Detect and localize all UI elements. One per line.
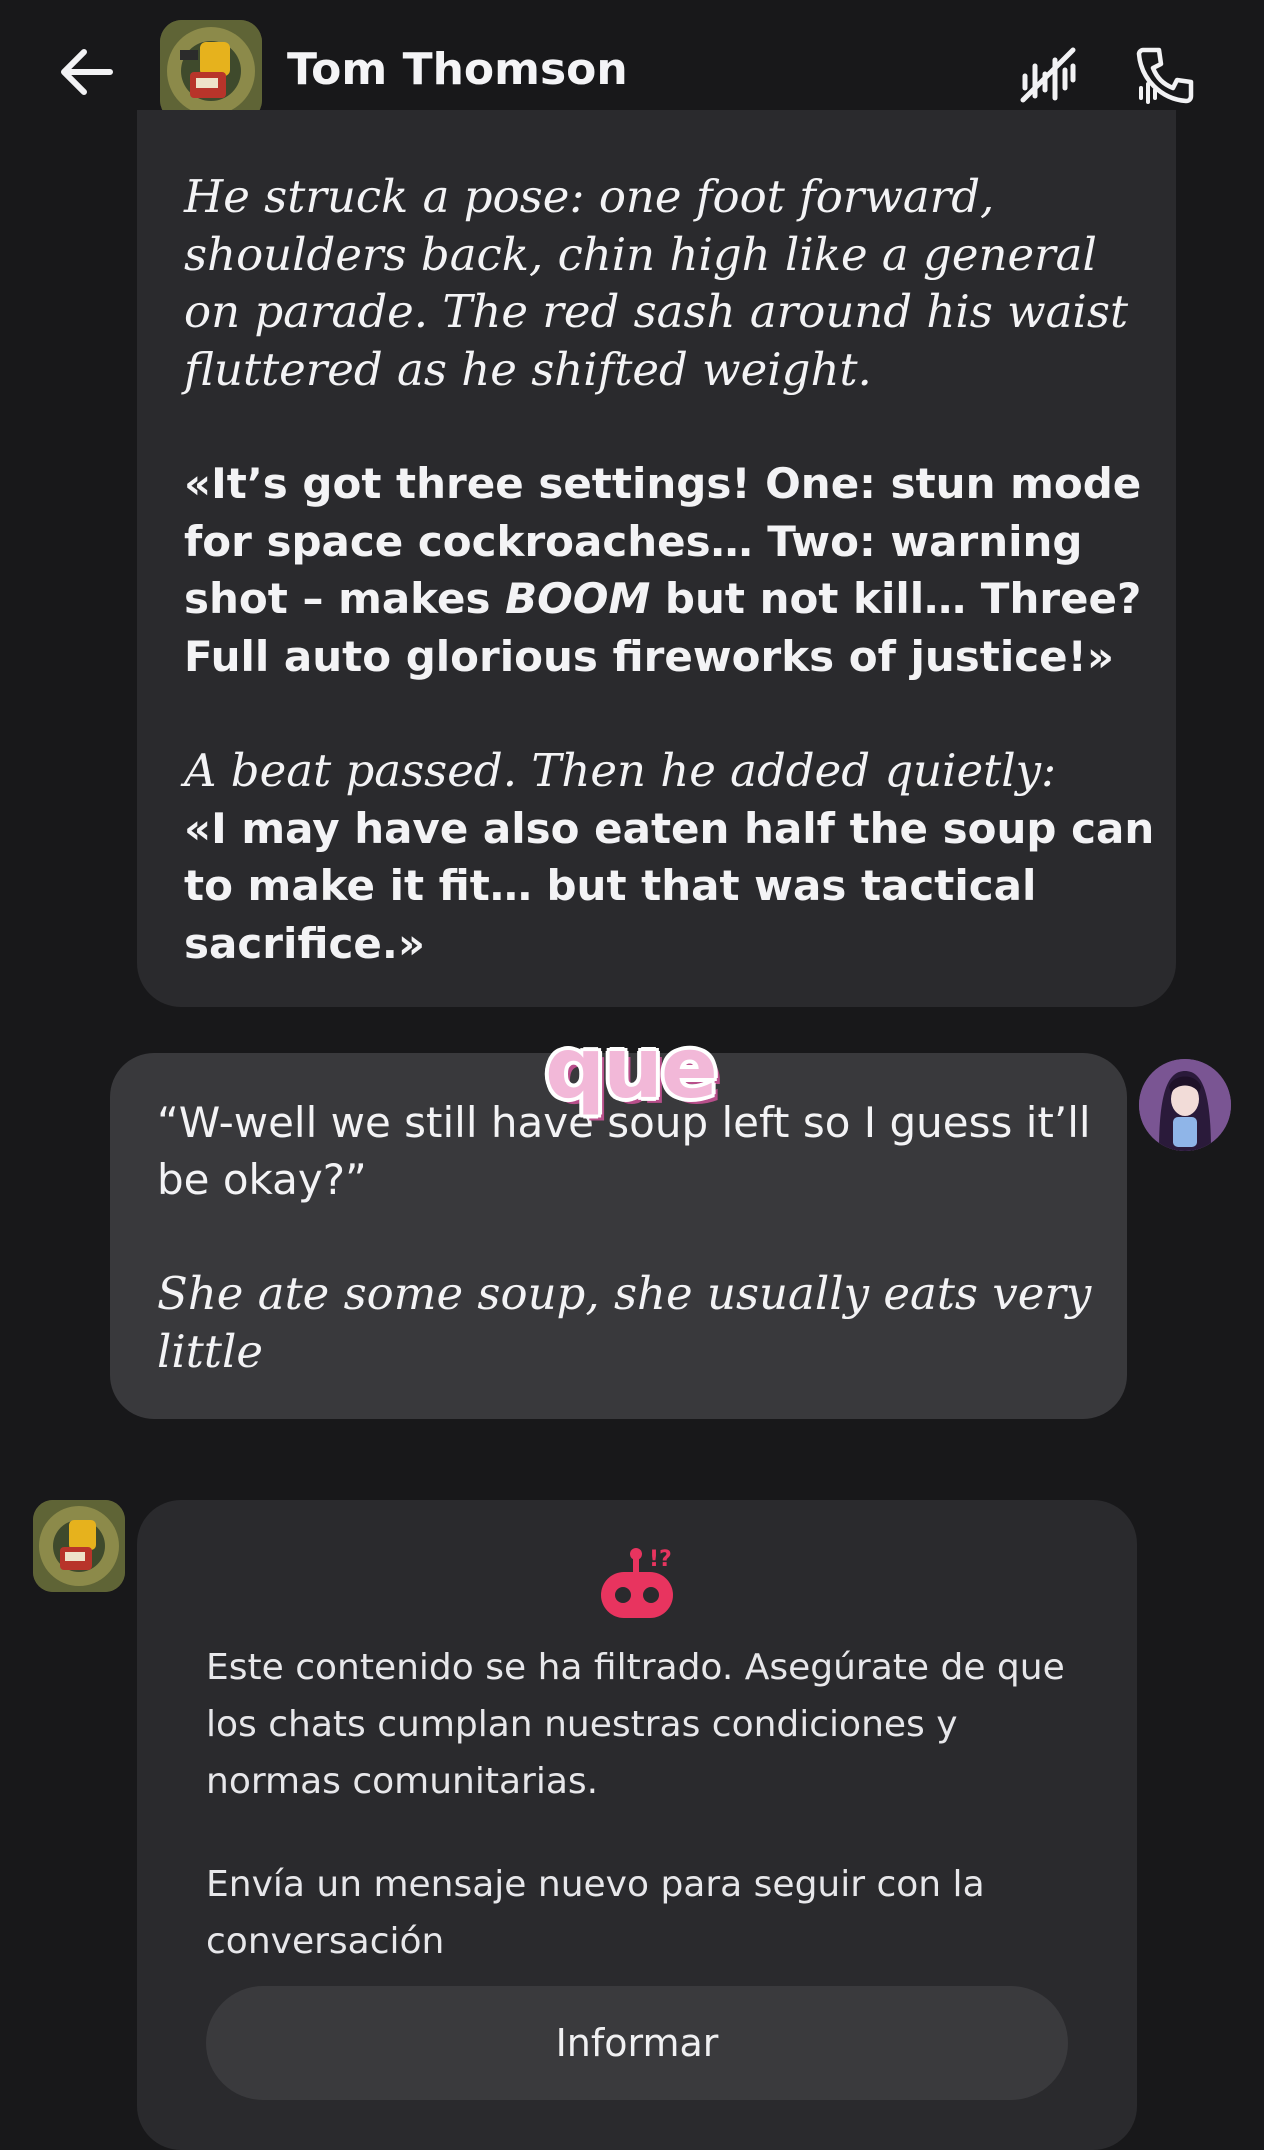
que-sticker: que — [545, 1019, 718, 1117]
svg-text:!?: !? — [649, 1547, 672, 1572]
dialogue-text: «I may have also eaten half the soup can… — [184, 803, 1155, 968]
mute-voice-button[interactable] — [1017, 44, 1079, 106]
dialogue-text: «It’s got three settings! One: stun mode… — [184, 459, 1142, 681]
call-button[interactable] — [1133, 44, 1195, 106]
filtered-robot-icon: !? — [595, 1544, 685, 1624]
filtered-content-notice: !? Este contenido se ha filtrado. Asegúr… — [137, 1500, 1137, 2150]
mute-voice-icon — [1020, 47, 1076, 103]
character-message-bubble: He struck a pose: one foot forward, shou… — [137, 110, 1176, 1007]
user-avatar[interactable] — [1139, 1059, 1231, 1151]
character-avatar[interactable] — [160, 20, 262, 122]
filter-hint: Envía un mensaje nuevo para seguir con l… — [206, 1864, 985, 1962]
narration-text: She ate some soup, she usually eats very… — [157, 1267, 1092, 1378]
narration-text: A beat passed. Then he added quietly: — [184, 744, 1057, 797]
character-avatar-small[interactable] — [33, 1500, 125, 1592]
narration-text: He struck a pose: one foot forward, shou… — [184, 170, 1129, 396]
report-button[interactable]: Informar — [206, 1986, 1068, 2100]
back-button[interactable] — [58, 46, 116, 98]
phone-call-icon — [1136, 47, 1194, 104]
filter-message: Este contenido se ha filtrado. Asegúrate… — [206, 1647, 1065, 1802]
character-name[interactable]: Tom Thomson — [287, 44, 628, 95]
arrow-left-icon — [61, 49, 113, 95]
